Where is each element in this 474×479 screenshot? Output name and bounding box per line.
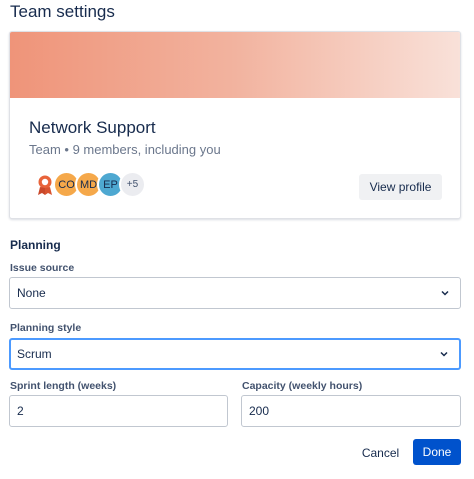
capacity-input[interactable]: 200 bbox=[241, 395, 461, 427]
sprint-length-input[interactable]: 2 bbox=[9, 395, 228, 427]
sprint-length-label: Sprint length (weeks) bbox=[10, 380, 117, 392]
done-button[interactable]: Done bbox=[413, 439, 461, 465]
issue-source-value: None bbox=[17, 286, 46, 300]
sprint-length-value: 2 bbox=[17, 404, 24, 418]
issue-source-label: Issue source bbox=[10, 262, 75, 274]
cancel-button[interactable]: Cancel bbox=[356, 440, 405, 465]
planning-style-select[interactable]: Scrum bbox=[9, 338, 461, 370]
team-name: Network Support bbox=[29, 118, 156, 137]
team-meta: Team • 9 members, including you bbox=[29, 142, 221, 157]
chevron-down-icon bbox=[441, 290, 449, 296]
member-avatars: CO MD EP +5 bbox=[31, 171, 146, 198]
view-profile-button[interactable]: View profile bbox=[359, 174, 442, 200]
more-members-badge[interactable]: +5 bbox=[119, 171, 146, 198]
page-title: Team settings bbox=[10, 2, 115, 21]
planning-heading: Planning bbox=[10, 238, 61, 252]
capacity-value: 200 bbox=[249, 404, 270, 418]
team-banner bbox=[10, 32, 460, 98]
planning-style-value: Scrum bbox=[17, 347, 52, 361]
team-card: Network Support Team • 9 members, includ… bbox=[9, 31, 461, 219]
chevron-down-icon bbox=[440, 351, 448, 357]
issue-source-select[interactable]: None bbox=[9, 277, 461, 309]
capacity-label: Capacity (weekly hours) bbox=[242, 380, 363, 392]
planning-style-label: Planning style bbox=[10, 322, 82, 334]
